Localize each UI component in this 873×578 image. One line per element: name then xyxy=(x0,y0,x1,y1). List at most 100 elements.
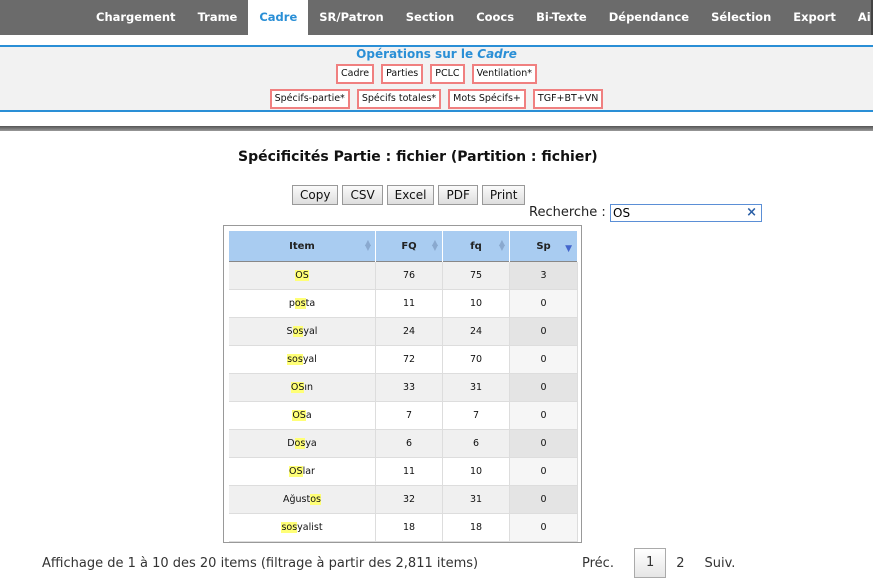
item-text: yal xyxy=(302,354,317,365)
operations-row-1: Cadre Parties PCLC Ventilation* xyxy=(0,64,873,84)
tab-trame[interactable]: Trame xyxy=(187,0,249,35)
op-button-ventilation[interactable]: Ventilation* xyxy=(471,64,537,84)
op-button-mots-sp-cifs[interactable]: Mots Spécifs+ xyxy=(448,89,526,109)
cell-FQ: 33 xyxy=(375,373,443,402)
cell-item: OSlar xyxy=(229,457,376,486)
item-text: yalist xyxy=(297,522,323,533)
item-text: S xyxy=(286,326,293,337)
header-FQ[interactable]: FQ ▲ ▼ xyxy=(375,231,443,262)
search-highlight: sos xyxy=(281,522,298,533)
table-header-row: Item ▲ ▼ FQ ▲ ▼ fq ▲ ▼ Sp ▼ xyxy=(229,231,578,262)
cell-Sp: 0 xyxy=(509,401,578,430)
cell-Sp: 0 xyxy=(509,289,578,318)
clear-icon[interactable]: × xyxy=(746,205,757,220)
op-button-pclc[interactable]: PCLC xyxy=(430,64,465,84)
table-row[interactable]: OSın 33 31 0 xyxy=(229,373,578,402)
item-text: a xyxy=(305,410,312,421)
search-highlight: OS xyxy=(295,270,309,281)
cell-fq: 6 xyxy=(442,429,510,458)
search-highlight: os xyxy=(310,494,321,505)
export-buttons: Copy CSV Excel PDF Print xyxy=(292,185,526,205)
item-text: ın xyxy=(304,382,314,393)
item-text: D xyxy=(287,438,295,449)
cell-item: sosyal xyxy=(229,345,376,374)
ops-bottom-border xyxy=(0,110,873,112)
page-2-button[interactable]: 2 xyxy=(666,550,694,578)
item-text: ya xyxy=(305,438,317,449)
tab-aide[interactable]: Aide xyxy=(847,0,873,35)
cell-FQ: 7 xyxy=(375,401,443,430)
table-row[interactable]: Sosyal 24 24 0 xyxy=(229,317,578,346)
header-fq-label: fq xyxy=(470,240,482,252)
top-nav: Chargement Trame Cadre SR/Patron Section Cooc… xyxy=(0,0,873,35)
table-row[interactable]: OSlar 11 10 0 xyxy=(229,457,578,486)
tab-sr-patron[interactable]: SR/Patron xyxy=(308,0,394,35)
op-button-parties[interactable]: Parties xyxy=(381,64,424,84)
cell-fq: 10 xyxy=(442,289,510,318)
cell-fq: 10 xyxy=(442,457,510,486)
sort-both-icon: ▲ ▼ xyxy=(364,238,371,252)
next-page-button[interactable]: Suiv. xyxy=(695,550,746,578)
tab-d-pendance[interactable]: Dépendance xyxy=(598,0,700,35)
operations-title-prefix: Opérations sur le xyxy=(356,47,474,61)
table-row[interactable]: posta 11 10 0 xyxy=(229,289,578,318)
export-print-button[interactable]: Print xyxy=(481,185,526,205)
export-excel-button[interactable]: Excel xyxy=(386,185,435,205)
cell-Sp: 0 xyxy=(509,373,578,402)
op-button-sp-cifs-totales[interactable]: Spécifs totales* xyxy=(356,89,442,109)
cell-fq: 7 xyxy=(442,401,510,430)
operations-row-2: Spécifs-partie* Spécifs totales* Mots Spéc… xyxy=(0,89,873,109)
table-row[interactable]: OSa 7 7 0 xyxy=(229,401,578,430)
table-row[interactable]: Dosya 6 6 0 xyxy=(229,429,578,458)
tab-cadre[interactable]: Cadre xyxy=(248,0,309,35)
op-button-cadre[interactable]: Cadre xyxy=(336,64,375,84)
cell-item: OSa xyxy=(229,401,376,430)
header-Sp-label: Sp xyxy=(536,240,551,252)
tab-s-lection[interactable]: Sélection xyxy=(700,0,782,35)
tab-section[interactable]: Section xyxy=(395,0,465,35)
item-text: lar xyxy=(302,466,315,477)
op-button-sp-cifs-partie[interactable]: Spécifs-partie* xyxy=(269,89,350,109)
cell-item: Dosya xyxy=(229,429,376,458)
search-label: Recherche : xyxy=(529,205,606,220)
cell-fq: 31 xyxy=(442,485,510,514)
table-info: Affichage de 1 à 10 des 20 items (filtra… xyxy=(42,556,479,571)
cell-FQ: 76 xyxy=(375,261,443,290)
header-item[interactable]: Item ▲ ▼ xyxy=(229,231,376,262)
op-button-tgf-bt-vn[interactable]: TGF+BT+VN xyxy=(532,89,604,109)
prev-page-button[interactable]: Préc. xyxy=(572,550,624,578)
results-table: Item ▲ ▼ FQ ▲ ▼ fq ▲ ▼ Sp ▼ OS 76 75 3 posta 11 1… xyxy=(229,231,578,542)
search-input[interactable] xyxy=(613,206,743,220)
header-item-label: Item xyxy=(289,240,315,252)
table-row[interactable]: Ağustos 32 31 0 xyxy=(229,485,578,514)
cell-fq: 75 xyxy=(442,261,510,290)
header-Sp[interactable]: Sp ▼ xyxy=(509,231,578,262)
export-csv-button[interactable]: CSV xyxy=(342,185,383,205)
tab-bi-texte[interactable]: Bi-Texte xyxy=(525,0,598,35)
export-pdf-button[interactable]: PDF xyxy=(438,185,478,205)
tab-coocs[interactable]: Coocs xyxy=(465,0,525,35)
search-box: × xyxy=(610,204,762,222)
table-row[interactable]: OS 76 75 3 xyxy=(229,261,578,290)
cell-fq: 18 xyxy=(442,513,510,542)
export-copy-button[interactable]: Copy xyxy=(292,185,339,205)
cell-Sp: 0 xyxy=(509,317,578,346)
separator-bar xyxy=(0,126,873,131)
item-text: p xyxy=(288,298,295,309)
header-fq[interactable]: fq ▲ ▼ xyxy=(442,231,510,262)
cell-Sp: 0 xyxy=(509,513,578,542)
search-highlight: os xyxy=(292,326,304,337)
cell-fq: 24 xyxy=(442,317,510,346)
page-1-button[interactable]: 1 xyxy=(633,548,667,578)
cell-fq: 70 xyxy=(442,345,510,374)
table-row[interactable]: sosyal 72 70 0 xyxy=(229,345,578,374)
item-text: ta xyxy=(305,298,316,309)
cell-Sp: 0 xyxy=(509,429,578,458)
table-row[interactable]: sosyalist 18 18 0 xyxy=(229,513,578,542)
tab-export[interactable]: Export xyxy=(782,0,847,35)
cell-fq: 31 xyxy=(442,373,510,402)
search-highlight: OS xyxy=(289,466,303,477)
search-highlight: sos xyxy=(287,354,303,365)
cell-Sp: 0 xyxy=(509,345,578,374)
tab-chargement[interactable]: Chargement xyxy=(85,0,187,35)
